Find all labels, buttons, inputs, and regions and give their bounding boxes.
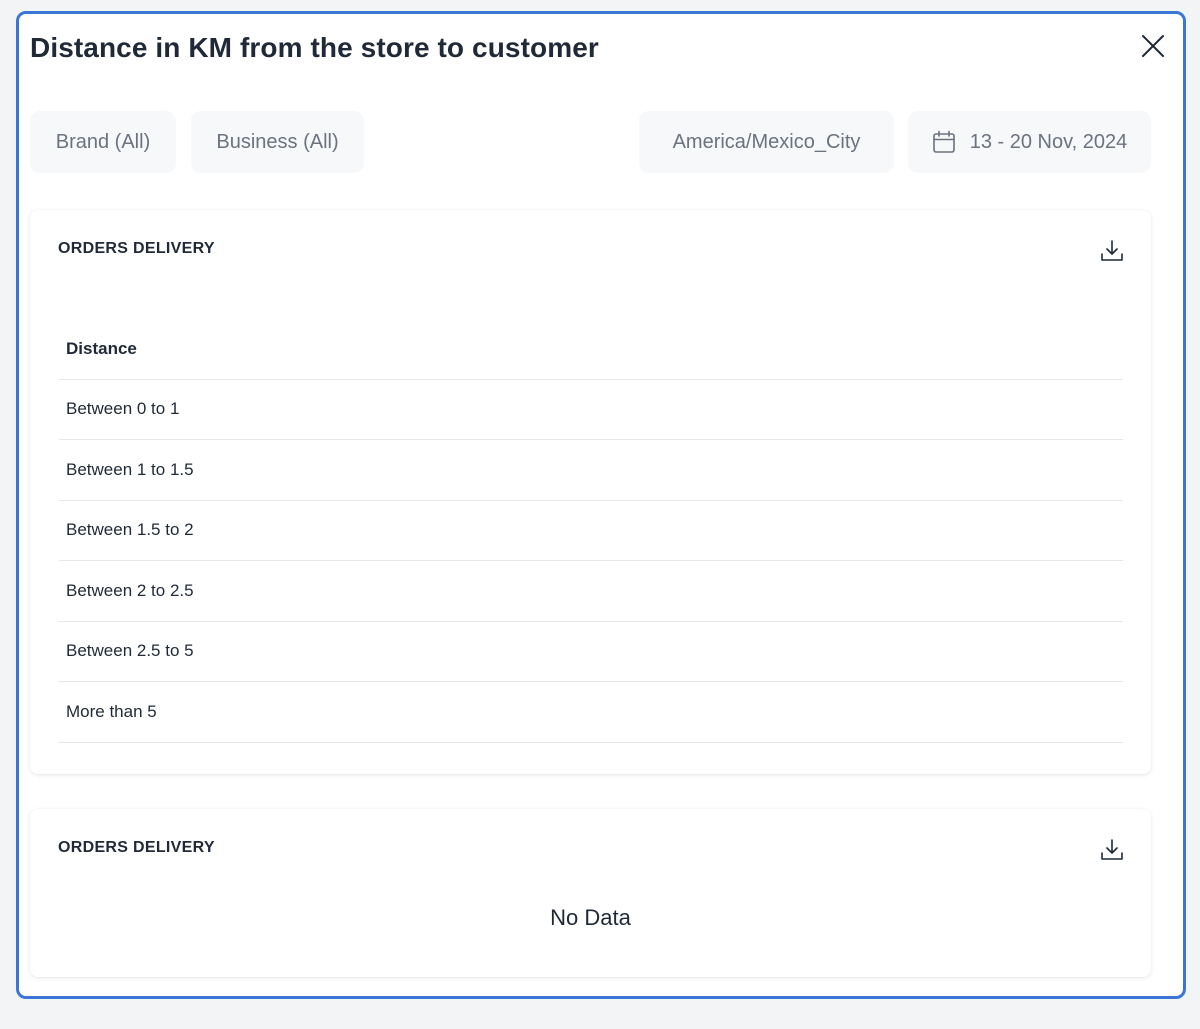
table-row: More than 5 [59,682,1123,743]
orders-delivery-empty-card: ORDERS DELIVERY No Data [30,809,1151,977]
table-row: Between 2 to 2.5 [59,561,1123,622]
distance-table: Distance Between 0 to 1 Between 1 to 1.5… [59,319,1123,743]
brand-filter[interactable]: Brand (All) [30,111,176,173]
table-row: Between 0 to 1 [59,380,1123,440]
timezone-filter-label: America/Mexico_City [672,130,861,153]
card-title: ORDERS DELIVERY [58,240,215,257]
row-label: Between 2.5 to 5 [66,641,194,661]
row-label: Between 1 to 1.5 [66,459,194,479]
table-row: Between 1.5 to 2 [59,501,1123,561]
download-button[interactable] [1099,837,1125,863]
date-range-label: 13 - 20 Nov, 2024 [969,130,1128,153]
distance-modal: Distance in KM from the store to custome… [16,11,1186,999]
table-row: Between 1 to 1.5 [59,440,1123,501]
table-header: Distance [59,319,1123,380]
calendar-icon [932,130,955,153]
brand-filter-label: Brand (All) [55,130,151,153]
download-icon [1101,240,1123,261]
no-data-message: No Data [550,905,631,930]
orders-delivery-table-card: ORDERS DELIVERY Distance Between 0 to 1 … [30,210,1151,774]
row-label: More than 5 [66,701,157,721]
row-label: Between 1.5 to 2 [66,520,194,540]
date-range-filter[interactable]: 13 - 20 Nov, 2024 [908,111,1151,173]
business-filter[interactable]: Business (All) [191,111,364,173]
business-filter-label: Business (All) [216,130,339,153]
row-label: Between 2 to 2.5 [66,580,194,600]
download-button[interactable] [1099,238,1125,264]
close-icon [1142,35,1164,57]
card-title: ORDERS DELIVERY [58,839,215,856]
row-label: Between 0 to 1 [66,399,180,419]
column-header-distance: Distance [66,338,137,358]
download-icon [1101,839,1123,860]
table-row: Between 2.5 to 5 [59,622,1123,682]
close-button[interactable] [1137,30,1169,62]
modal-title: Distance in KM from the store to custome… [30,32,599,63]
timezone-filter[interactable]: America/Mexico_City [639,111,894,173]
